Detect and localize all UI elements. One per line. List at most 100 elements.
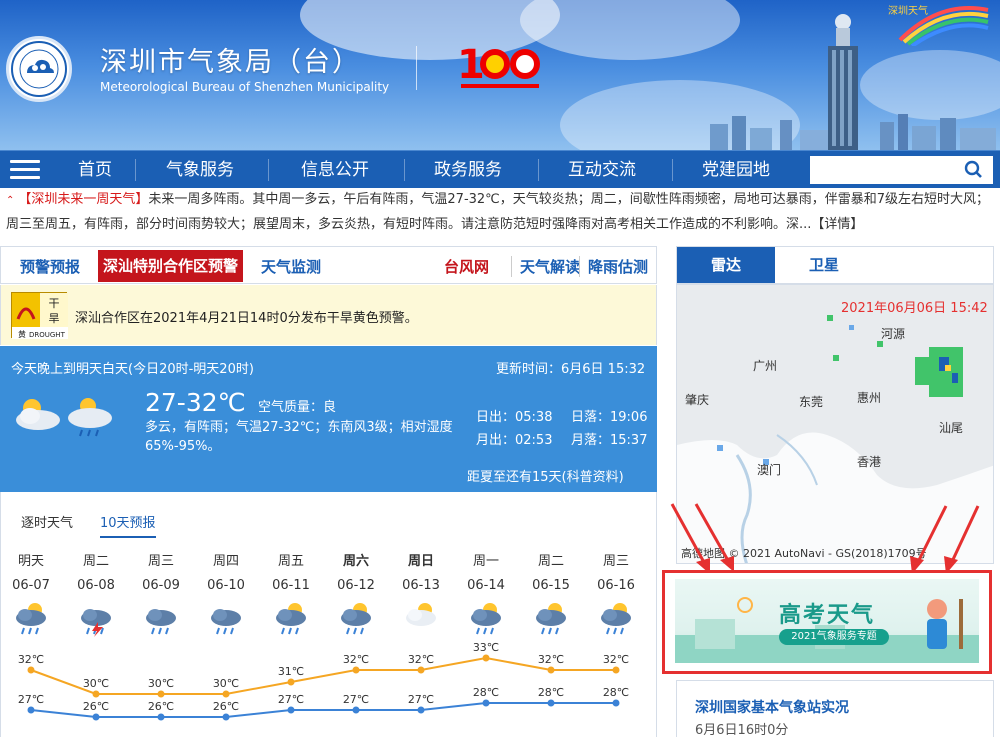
low-temp-point xyxy=(222,713,230,721)
temperature-range: 27-32℃ xyxy=(145,388,246,417)
low-temp-point xyxy=(27,706,35,714)
nav-item-gov-service[interactable]: 政务服务 xyxy=(413,151,523,189)
ticker-detail-link[interactable]: 【详情】 xyxy=(811,217,863,232)
rain-icon xyxy=(206,600,246,638)
low-temp-label: 26℃ xyxy=(83,700,109,713)
summer-solstice-countdown[interactable]: 距夏至还有15天(科普资料) xyxy=(467,466,624,485)
search-input[interactable] xyxy=(810,156,955,184)
tab-hourly[interactable]: 逐时天气 xyxy=(21,512,73,531)
high-temp-point xyxy=(222,690,230,698)
nav-item-party-building[interactable]: 党建园地 xyxy=(681,151,791,189)
banner-small-text: 深圳天气 xyxy=(888,4,928,17)
low-temp-label: 27℃ xyxy=(343,693,369,706)
radar-timestamp: 2021年06月06日 15:42 xyxy=(841,301,988,316)
low-temp-line xyxy=(30,702,616,718)
forecast-day-label: 明天 xyxy=(17,554,44,569)
station-observation-card: 深圳国家基本气象站实况 6月6日16时0分 xyxy=(676,680,994,737)
high-temp-point xyxy=(482,654,490,662)
forecast-day-label: 周四 xyxy=(212,554,239,569)
city-hongkong: 香港 xyxy=(857,455,882,469)
drought-yellow-warning-icon[interactable]: 干 旱 黄 DROUGHT xyxy=(11,292,68,339)
low-temp-label: 28℃ xyxy=(603,686,629,699)
weather-description: 多云，有阵雨；气温27-32℃；东南风3级；相对湿度65%-95%。 xyxy=(145,420,453,454)
city-huizhou: 惠州 xyxy=(857,391,882,405)
partly-cloudy-icon xyxy=(401,600,441,638)
temperature-trend-chart: 32℃ 30℃ 30℃ 30℃ 31℃ 32℃ 32℃ 33℃ 32℃ 32℃ 27℃ 26℃ 26℃ 2… xyxy=(18,641,629,721)
forecast-date: 06-13 xyxy=(402,578,440,593)
search-icon xyxy=(964,160,982,178)
radar-tab-bar: 雷达 卫星 xyxy=(676,246,994,284)
tab-weather-monitor[interactable]: 天气监测 xyxy=(261,256,321,277)
forecast-date: 06-15 xyxy=(532,578,570,593)
gaokao-weather-banner[interactable]: 高考天气 2021气象服务专题 xyxy=(662,570,992,674)
nav-separator xyxy=(268,159,269,181)
bureau-logo[interactable] xyxy=(6,36,72,102)
hamburger-menu-icon[interactable] xyxy=(10,160,40,180)
tab-shenshan-warning[interactable]: 深汕特别合作区预警 xyxy=(98,250,243,282)
moonset: 月落：15:37 xyxy=(571,433,648,448)
tab-radar[interactable]: 雷达 xyxy=(677,247,775,283)
thunderstorm-icon xyxy=(76,600,116,638)
station-name[interactable]: 深圳国家基本气象站实况 xyxy=(695,697,849,717)
forecast-date: 06-07 xyxy=(12,578,50,593)
station-time: 6月6日16时0分 xyxy=(695,723,789,737)
city-guangzhou: 广州 xyxy=(753,359,778,373)
nav-item-weather-service[interactable]: 气象服务 xyxy=(145,151,255,189)
typhoon-link[interactable]: 台风网 xyxy=(444,256,489,277)
high-temp-point xyxy=(417,666,425,674)
forecast-date: 06-10 xyxy=(207,578,245,593)
high-temp-point xyxy=(352,666,360,674)
forecast-date: 06-14 xyxy=(467,578,505,593)
header-divider xyxy=(416,46,417,90)
nav-item-interaction[interactable]: 互动交流 xyxy=(547,151,657,189)
low-temp-point xyxy=(612,699,620,707)
high-temp-label: 31℃ xyxy=(278,665,304,678)
tab-warning-forecast[interactable]: 预警预报 xyxy=(20,256,80,277)
low-temp-label: 26℃ xyxy=(213,700,239,713)
rainfall-estimate-link[interactable]: 降雨估测 xyxy=(579,256,648,277)
site-header: 深圳市气象局（台） Meteorological Bureau of Shenz… xyxy=(0,0,1000,150)
gaokao-banner-title: 高考天气 xyxy=(779,603,876,628)
forecast-tab-bar: 逐时天气 10天预报 xyxy=(0,492,657,540)
warning-tab-bar: 预警预报 深汕特别合作区预警 天气监测 台风网 天气解读 降雨估测 xyxy=(0,246,657,284)
forecast-date: 06-09 xyxy=(142,578,180,593)
shenzhen-weather-banner-logo: 深圳天气 xyxy=(880,0,990,48)
high-temp-label: 32℃ xyxy=(408,653,434,666)
nav-item-info-disclosure[interactable]: 信息公开 xyxy=(280,151,390,189)
low-temp-point xyxy=(482,699,490,707)
main-navigation: 首页 气象服务 信息公开 政务服务 互动交流 党建园地 xyxy=(0,150,1000,188)
partly-cloudy-rain-icon xyxy=(531,600,571,638)
low-temp-label: 28℃ xyxy=(473,686,499,699)
ticker-lead[interactable]: 【深圳未来一周天气】 xyxy=(18,192,148,207)
forecast-date: 06-16 xyxy=(597,578,635,593)
high-temp-label: 30℃ xyxy=(213,677,239,690)
warning-text[interactable]: 深汕合作区在2021年4月21日14时0分发布干旱黄色预警。 xyxy=(75,307,418,326)
forecast-day-label: 周五 xyxy=(277,554,304,569)
low-temp-label: 27℃ xyxy=(408,693,434,706)
meteorological-tower-image xyxy=(818,10,868,150)
low-temp-label: 27℃ xyxy=(18,693,44,706)
forecast-date: 06-11 xyxy=(272,578,310,593)
warning-icon-char-1: 干 xyxy=(49,297,60,310)
current-weather-panel: 今天晚上到明天白天(今日20时-明天20时) 更新时间：6月6日 15:32 2… xyxy=(0,346,657,492)
forecast-day-label: 周日 xyxy=(407,554,434,569)
forecast-date: 06-12 xyxy=(337,578,375,593)
tab-satellite[interactable]: 卫星 xyxy=(775,247,873,283)
sunrise: 日出：05:38 xyxy=(476,410,553,425)
forecast-day-label: 周二 xyxy=(82,554,109,569)
sunset: 日落：19:06 xyxy=(571,410,648,425)
high-temp-point xyxy=(287,678,295,686)
nav-item-home[interactable]: 首页 xyxy=(60,151,130,189)
tab-ten-day[interactable]: 10天预报 xyxy=(100,512,156,538)
high-temp-label: 32℃ xyxy=(18,653,44,666)
weather-interpret-link[interactable]: 天气解读 xyxy=(511,256,580,277)
partly-cloudy-rain-icon xyxy=(16,398,112,437)
air-quality-value: 良 xyxy=(323,400,337,415)
high-temp-label: 30℃ xyxy=(83,677,109,690)
high-temp-point xyxy=(612,666,620,674)
high-temp-point xyxy=(92,690,100,698)
low-temp-label: 27℃ xyxy=(278,693,304,706)
site-title: 深圳市气象局（台） xyxy=(100,47,361,78)
high-temp-point xyxy=(157,690,165,698)
search-button[interactable] xyxy=(955,156,993,184)
